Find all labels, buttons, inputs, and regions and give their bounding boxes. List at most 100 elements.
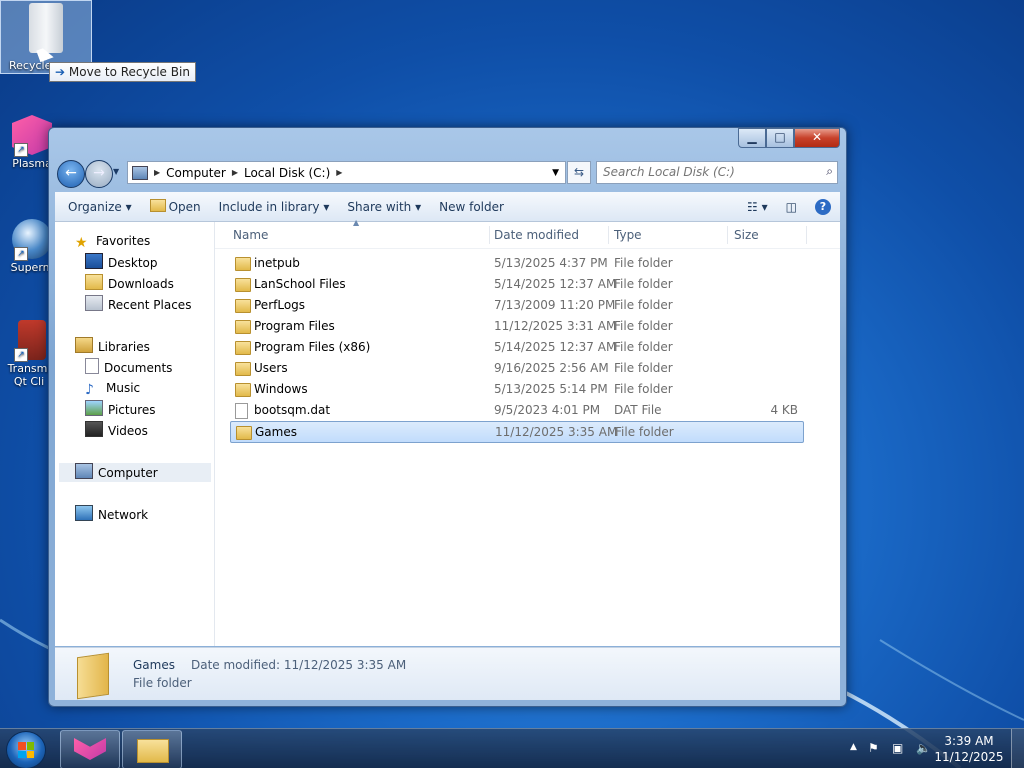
new-folder-button[interactable]: New folder <box>430 200 513 214</box>
forward-button[interactable]: → <box>85 160 113 188</box>
nav-label: Favorites <box>96 234 151 248</box>
column-header-date[interactable]: Date modified <box>494 228 579 242</box>
change-view-button[interactable]: ☷ ▾ <box>738 200 777 214</box>
show-desktop-button[interactable] <box>1011 729 1024 768</box>
file-type: File folder <box>614 340 673 354</box>
file-name: Games <box>255 425 297 439</box>
nav-desktop[interactable]: Desktop <box>85 253 158 272</box>
navigation-pane: ★ Favorites Desktop Downloads Recent Plac… <box>55 222 215 646</box>
nav-libraries[interactable]: Libraries <box>75 337 150 356</box>
nav-videos[interactable]: Videos <box>85 421 148 440</box>
videos-icon <box>85 421 103 437</box>
file-row[interactable]: inetpub 5/13/2025 4:37 PM File folder <box>230 253 802 273</box>
nav-documents[interactable]: Documents <box>85 358 172 377</box>
column-headers: Name ▲ Date modified Type Size <box>215 218 840 249</box>
file-row[interactable]: Windows 5/13/2025 5:14 PM File folder <box>230 379 802 399</box>
close-button[interactable]: ✕ <box>794 128 840 148</box>
file-row[interactable]: Users 9/16/2025 2:56 AM File folder <box>230 358 802 378</box>
file-date: 7/13/2009 11:20 PM <box>494 298 616 312</box>
caption-buttons: ▁ □ ✕ <box>738 128 840 148</box>
address-dropdown-icon[interactable]: ▼ <box>552 168 559 178</box>
recent-pages-dropdown[interactable]: ▼ <box>113 167 121 177</box>
large-folder-icon <box>77 652 109 700</box>
file-type: File folder <box>614 277 673 291</box>
nav-computer[interactable]: Computer <box>59 463 211 482</box>
file-date: 5/13/2025 4:37 PM <box>494 256 608 270</box>
include-in-library-menu[interactable]: Include in library ▾ <box>210 200 339 214</box>
file-row[interactable]: Program Files (x86) 5/14/2025 12:37 AM Fil… <box>230 337 802 357</box>
share-with-menu[interactable]: Share with ▾ <box>338 200 430 214</box>
minimize-button[interactable]: ▁ <box>738 128 766 148</box>
recent-places-icon <box>85 295 103 311</box>
column-divider[interactable] <box>489 226 490 244</box>
network-status-icon[interactable]: ▣ <box>892 741 903 755</box>
nav-music[interactable]: ♪ Music <box>85 379 140 398</box>
folder-icon <box>235 278 251 292</box>
search-icon[interactable]: ⌕ <box>826 164 833 179</box>
column-header-type[interactable]: Type <box>614 228 642 242</box>
nav-label: Recent Places <box>108 298 192 312</box>
taskbar: ▲ ⚑ ▣ 🔈 3:39 AM 11/12/2025 <box>0 728 1024 768</box>
action-center-flag-icon[interactable]: ⚑ <box>868 741 879 755</box>
nav-pictures[interactable]: Pictures <box>85 400 156 419</box>
file-date: 11/12/2025 3:35 AM <box>495 425 618 439</box>
preview-pane-button[interactable]: ◫ <box>777 200 806 214</box>
nav-favorites[interactable]: ★ Favorites <box>75 232 150 251</box>
shortcut-arrow-icon: ↗ <box>14 348 28 362</box>
start-button[interactable] <box>6 731 46 768</box>
file-row[interactable]: Program Files 11/12/2025 3:31 AM File fold… <box>230 316 802 336</box>
computer-icon <box>75 463 93 479</box>
breadcrumb-local-disk[interactable]: Local Disk (C:) <box>240 166 334 180</box>
file-type: File folder <box>614 298 673 312</box>
file-row[interactable]: PerfLogs 7/13/2009 11:20 PM File folder <box>230 295 802 315</box>
file-row[interactable]: bootsqm.dat 9/5/2023 4:01 PM DAT File 4 KB <box>230 400 802 420</box>
system-clock[interactable]: 3:39 AM 11/12/2025 <box>934 733 1004 765</box>
open-button[interactable]: Open <box>141 199 210 214</box>
file-date: 11/12/2025 3:31 AM <box>494 319 617 333</box>
folder-icon <box>235 341 251 355</box>
navigation-bar: ← → ▼ ▶ Computer ▶ Local Disk (C:) ▶ ▼ ⇆… <box>55 158 840 188</box>
breadcrumb-arrow-icon[interactable]: ▶ <box>152 168 162 177</box>
breadcrumb-arrow-icon[interactable]: ▶ <box>230 168 240 177</box>
file-row[interactable]: Games 11/12/2025 3:35 AM File folder <box>230 421 804 443</box>
file-icon <box>235 403 248 419</box>
address-bar[interactable]: ▶ Computer ▶ Local Disk (C:) ▶ ▼ <box>127 161 566 184</box>
shortcut-arrow-icon: ↗ <box>14 143 28 157</box>
nav-downloads[interactable]: Downloads <box>85 274 174 293</box>
taskbar-explorer-button[interactable] <box>122 730 182 768</box>
maximize-button[interactable]: □ <box>766 128 794 148</box>
refresh-button[interactable]: ⇆ <box>567 161 591 184</box>
column-divider[interactable] <box>806 226 807 244</box>
search-input[interactable] <box>597 162 819 181</box>
breadcrumb-computer[interactable]: Computer <box>162 166 230 180</box>
details-pane: Games Date modified: 11/12/2025 3:35 AM … <box>55 647 840 700</box>
desktop-icon-label: Superm <box>10 261 54 274</box>
taskbar-plasma-button[interactable] <box>60 730 120 768</box>
folder-icon <box>236 426 252 440</box>
file-name: inetpub <box>254 256 300 270</box>
explorer-window[interactable]: ▁ □ ✕ ← → ▼ ▶ Computer ▶ Local Disk (C:)… <box>48 127 847 707</box>
open-label: Open <box>168 200 201 214</box>
search-box[interactable]: ⌕ <box>596 161 838 184</box>
back-button[interactable]: ← <box>57 160 85 188</box>
file-size: 4 KB <box>770 403 798 417</box>
file-row[interactable]: LanSchool Files 5/14/2025 12:37 AM File fo… <box>230 274 802 294</box>
show-hidden-icons-arrow-icon[interactable]: ▲ <box>850 742 857 752</box>
column-divider[interactable] <box>608 226 609 244</box>
column-divider[interactable] <box>727 226 728 244</box>
file-date: 5/13/2025 5:14 PM <box>494 382 608 396</box>
recycle-bin-icon <box>29 3 63 53</box>
column-header-size[interactable]: Size <box>734 228 759 242</box>
nav-network[interactable]: Network <box>75 505 148 524</box>
back-arrow-icon: ← <box>65 165 77 181</box>
breadcrumb-arrow-icon[interactable]: ▶ <box>334 168 344 177</box>
volume-muted-icon[interactable]: 🔈 <box>916 741 931 755</box>
column-header-name[interactable]: Name <box>233 228 268 242</box>
nav-label: Pictures <box>108 403 156 417</box>
nav-recent-places[interactable]: Recent Places <box>85 295 191 314</box>
network-icon <box>75 505 93 521</box>
sort-ascending-icon: ▲ <box>353 218 360 227</box>
organize-menu[interactable]: Organize ▾ <box>59 200 141 214</box>
help-icon: ? <box>815 198 831 215</box>
help-button[interactable]: ? <box>806 198 840 215</box>
